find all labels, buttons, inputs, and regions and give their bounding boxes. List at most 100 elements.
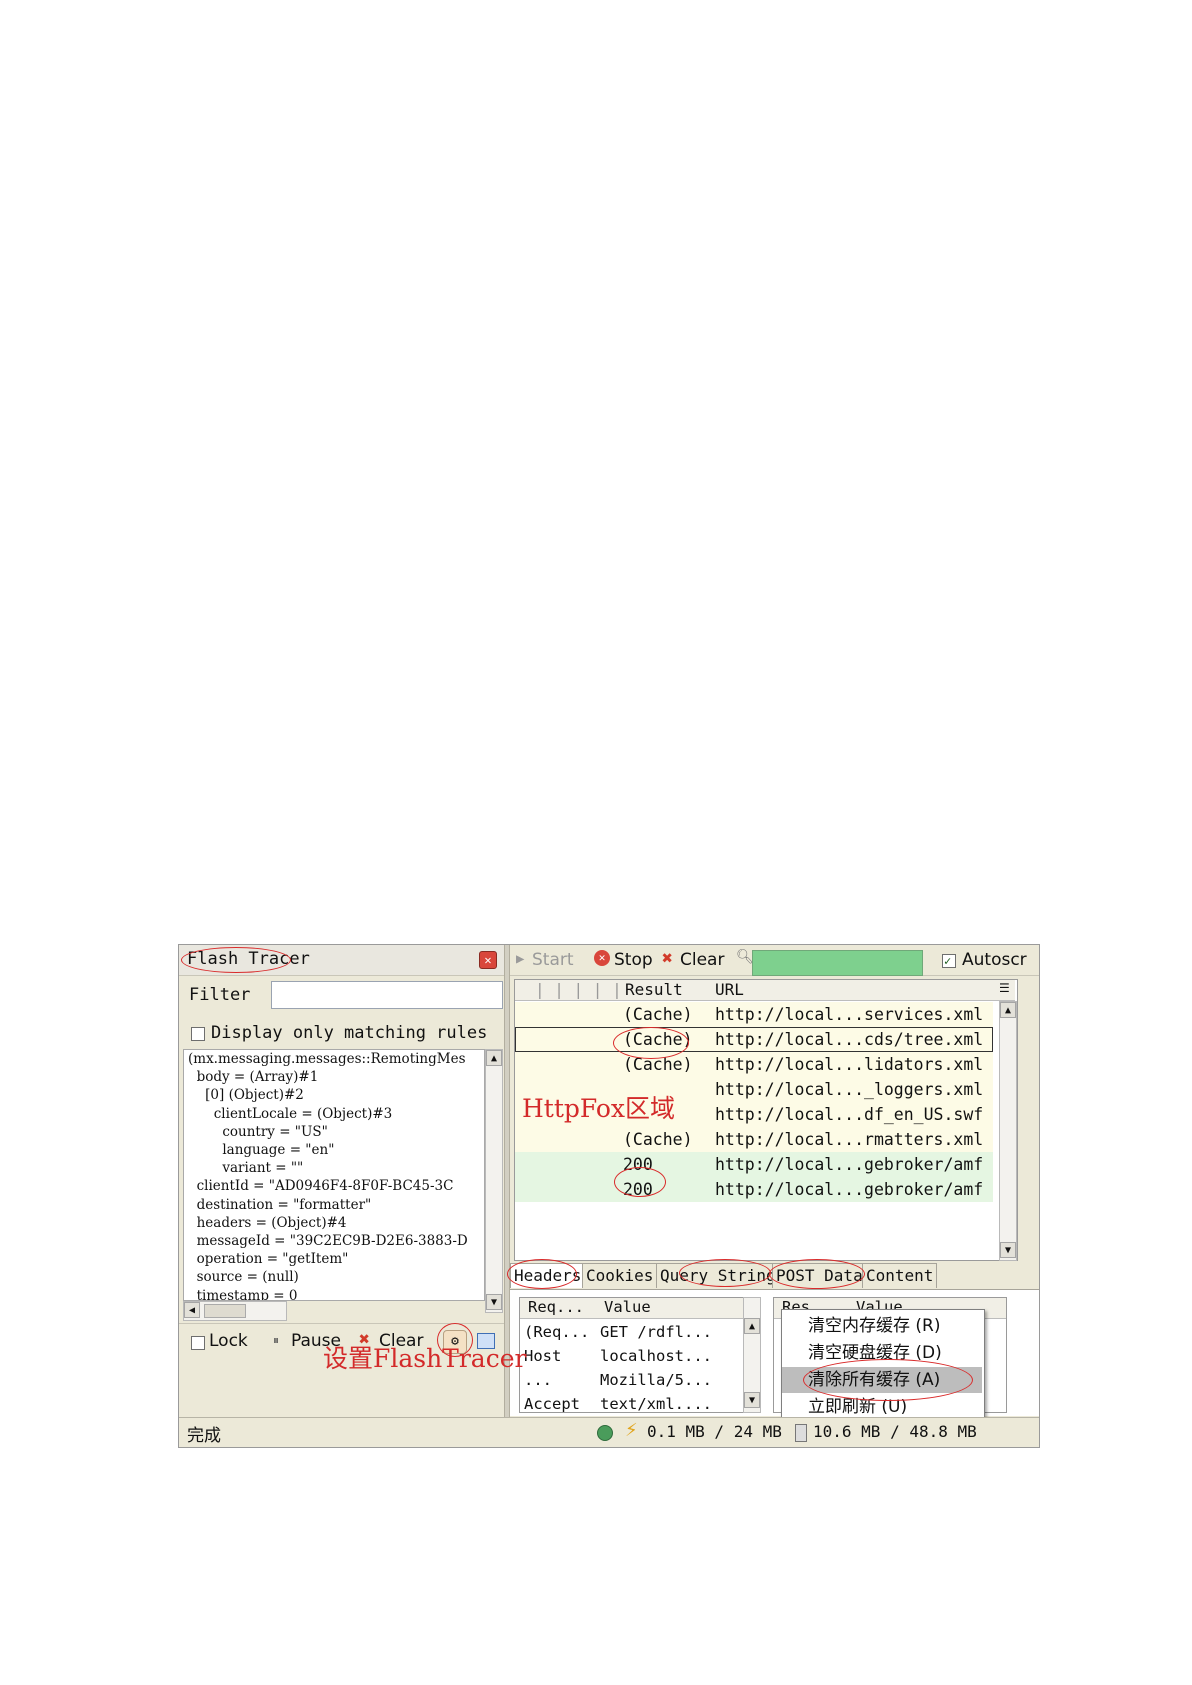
tab-content[interactable]: Content [862,1263,938,1288]
autoscroll-label: Autoscr [962,950,1027,970]
filter-label: Filter [189,985,251,1005]
annotation-ellipse-headers [507,1259,577,1289]
annotation-ellipse-200 [614,1167,666,1197]
filter-input[interactable] [271,981,503,1009]
request-result: (Cache) [623,1130,693,1149]
request-headers-table[interactable]: Req... Value (Req... GET /rdfl... Host loca… [519,1297,745,1413]
scroll-up-icon[interactable]: ▲ [1000,1002,1016,1018]
req-name-column[interactable]: Req... [528,1298,584,1316]
request-url: http://local...rmatters.xml [715,1130,984,1149]
status-bar: 完成 ⚡ 0.1 MB / 24 MB 10.6 MB / 48.8 MB [179,1417,1039,1447]
trace-log-line: destination = "formatter" [188,1196,372,1213]
header-value: text/xml.... [600,1395,712,1413]
request-url: http://local...cds/tree.xml [715,1030,984,1049]
trace-log-line: clientLocale = (Object)#3 [188,1105,393,1122]
request-list-scrollbar[interactable]: ▲ ▼ [999,1001,1017,1261]
stop-icon: ✕ [594,950,610,966]
req-value-column[interactable]: Value [604,1298,651,1316]
request-url: http://local...df_en_US.swf [715,1105,984,1124]
header-name: Host [524,1347,562,1365]
trace-vertical-scrollbar[interactable]: ▲ ▼ [485,1049,503,1313]
request-row[interactable]: (Cache) http://local...cds/tree.xml [515,1027,993,1052]
autoscroll-checkbox[interactable] [942,954,956,968]
scroll-down-icon[interactable]: ▼ [1000,1242,1016,1258]
request-row[interactable]: (Cache) http://local...services.xml [515,1002,993,1027]
trace-log-line: country = "US" [188,1123,328,1140]
trace-horizontal-scrollbar[interactable]: ◀ [183,1301,287,1321]
request-list-header: | | | | | Result URL ☰ [515,980,1015,1001]
request-url: http://local...services.xml [715,1005,984,1024]
httpfox-area-label: HttpFox区域 [522,1094,676,1123]
lightning-icon: ⚡ [625,1420,638,1441]
start-icon: ▶ [516,951,525,967]
request-header-row[interactable]: Host localhost... [520,1344,742,1369]
annotation-ellipse-settings [437,1323,473,1357]
trace-log-line: (mx.messaging.messages::RemotingMes [188,1051,466,1067]
header-value: GET /rdfl... [600,1323,712,1341]
scroll-down-icon[interactable]: ▼ [486,1294,502,1310]
scroll-up-icon[interactable]: ▲ [744,1318,760,1334]
request-url: http://local...gebroker/amf [715,1180,984,1199]
globe-icon [597,1425,613,1441]
scroll-up-icon[interactable]: ▲ [486,1050,502,1066]
request-url: http://local...lidators.xml [715,1055,984,1074]
set-flashtracer-annotation: 设置FlashTracer [323,1344,527,1373]
request-row[interactable]: (Cache) http://local...lidators.xml [515,1052,993,1077]
scroll-left-icon[interactable]: ◀ [184,1302,200,1318]
trace-log-line: headers = (Object)#4 [188,1214,347,1231]
request-url: http://local..._loggers.xml [715,1080,984,1099]
request-url: http://local...gebroker/amf [715,1155,984,1174]
stop-button[interactable]: Stop [614,950,653,970]
header-name: ... [524,1371,552,1389]
annotation-ellipse-query [679,1259,771,1287]
request-row[interactable]: 200 http://local...gebroker/amf [515,1152,993,1177]
scroll-down-icon[interactable]: ▼ [744,1392,760,1408]
request-row[interactable]: 200 http://local...gebroker/amf [515,1177,993,1202]
memory-usage-1: 0.1 MB / 24 MB [647,1422,782,1441]
request-header-row[interactable]: Accept text/xml.... [520,1392,742,1413]
scroll-thumb[interactable] [204,1304,246,1318]
display-matching-checkbox[interactable] [191,1027,205,1041]
annotation-ellipse-title [181,947,291,973]
memory-icon [795,1424,807,1442]
column-separators: | | | | | [535,980,622,999]
lock-checkbox[interactable] [191,1336,205,1350]
trace-log[interactable]: (mx.messaging.messages::RemotingMes body… [183,1049,485,1301]
request-result: (Cache) [623,1005,693,1024]
menu-item-clear-memory-cache[interactable]: 清空内存缓存 (R) [782,1313,982,1339]
request-row[interactable]: (Cache) http://local...rmatters.xml [515,1127,993,1152]
column-picker-icon[interactable]: ☰ [999,981,1010,995]
trace-log-line: messageId = "39C2EC9B-D2E6-3883-D [188,1233,468,1250]
trace-log-line: operation = "getItem" [188,1251,349,1268]
start-button[interactable]: Start [532,950,574,970]
result-column-header[interactable]: Result [625,980,683,999]
trace-log-line: body = (Array)#1 [188,1069,319,1086]
memory-usage-2: 10.6 MB / 48.8 MB [813,1422,977,1441]
status-text: 完成 [187,1426,221,1446]
header-value: Mozilla/5... [600,1371,712,1389]
request-headers-scrollbar[interactable]: ▲ ▼ [743,1297,761,1413]
screenshot-frame: Flash Tracer ✕ Filter Display only match… [178,944,1040,1448]
request-header-row[interactable]: (Req... GET /rdfl... [520,1320,742,1345]
request-header-row[interactable]: ... Mozilla/5... [520,1368,742,1393]
display-matching-label: Display only matching rules [211,1023,488,1043]
trace-log-line: variant = "" [188,1160,304,1177]
close-icon[interactable]: ✕ [479,951,497,969]
annotation-ellipse-post [769,1259,865,1289]
header-name: (Req... [524,1323,590,1341]
request-headers-head: Req... Value [520,1298,744,1319]
trace-log-line: language = "en" [188,1142,335,1159]
clear-icon: ✖ [662,948,673,969]
header-name: Accept [524,1395,580,1413]
trace-log-line: source = (null) [188,1269,299,1286]
httpfox-clear-button[interactable]: Clear [680,950,724,970]
annotation-ellipse-clear-all [803,1359,973,1401]
tab-cookies[interactable]: Cookies [582,1263,658,1288]
trace-log-line: timestamp = 0 [188,1287,298,1301]
search-input[interactable] [752,950,923,976]
annotation-ellipse-cache [613,1027,689,1059]
url-column-header[interactable]: URL [715,980,744,999]
trace-log-line: [0] (Object)#2 [188,1087,304,1104]
trace-log-line: clientId = "AD0946F4-8F0F-BC45-3C [188,1178,454,1195]
lock-label[interactable]: Lock [209,1331,248,1351]
